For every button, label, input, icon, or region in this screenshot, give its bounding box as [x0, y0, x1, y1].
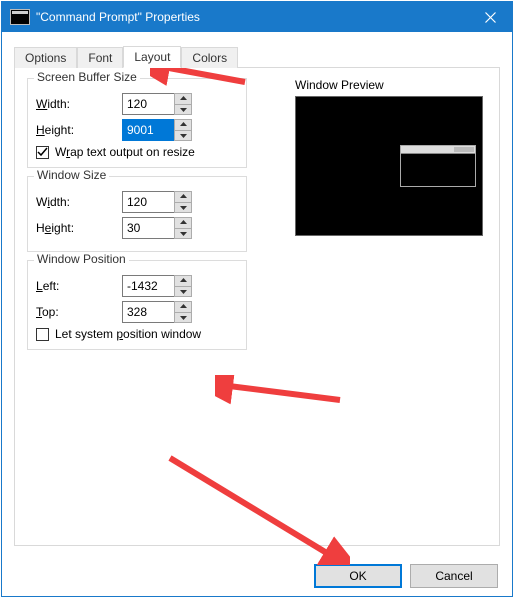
button-bar: OK Cancel	[2, 556, 512, 596]
pos-left-input[interactable]	[122, 275, 174, 297]
tab-pane-layout: Screen Buffer Size Width: Height:	[14, 67, 500, 546]
win-width-spinner[interactable]	[122, 191, 192, 213]
preview-label: Window Preview	[295, 78, 485, 92]
tab-strip: Options Font Layout Colors	[14, 44, 500, 67]
checkbox-icon	[36, 146, 49, 159]
tab-options[interactable]: Options	[14, 47, 77, 68]
label-buffer-width: Width:	[36, 97, 122, 111]
group-legend: Screen Buffer Size	[34, 70, 140, 84]
tab-font[interactable]: Font	[77, 47, 123, 68]
sys-position-checkbox[interactable]: Let system position window	[36, 327, 238, 341]
label-win-height: Height:	[36, 221, 122, 235]
preview-mini-window	[400, 145, 476, 187]
label-pos-left: Left:	[36, 279, 122, 293]
win-height-input[interactable]	[122, 217, 174, 239]
group-window-size: Window Size Width: Height:	[27, 176, 247, 252]
label-pos-top: Top:	[36, 305, 122, 319]
spin-down-icon[interactable]	[174, 130, 192, 142]
spin-down-icon[interactable]	[174, 286, 192, 298]
spin-down-icon[interactable]	[174, 104, 192, 116]
buffer-height-input[interactable]	[122, 119, 174, 141]
window-title: "Command Prompt" Properties	[36, 10, 468, 24]
titlebar[interactable]: "Command Prompt" Properties	[2, 2, 512, 32]
win-width-input[interactable]	[122, 191, 174, 213]
spin-up-icon[interactable]	[174, 217, 192, 228]
checkbox-icon	[36, 328, 49, 341]
win-height-spinner[interactable]	[122, 217, 192, 239]
sys-position-label: Let system position window	[55, 327, 201, 341]
pos-left-spinner[interactable]	[122, 275, 192, 297]
preview-mini-titlebar	[401, 146, 475, 154]
group-window-position: Window Position Left: Top:	[27, 260, 247, 350]
client-area: Options Font Layout Colors Screen Buffer…	[2, 32, 512, 556]
spin-down-icon[interactable]	[174, 228, 192, 240]
pos-top-input[interactable]	[122, 301, 174, 323]
wrap-text-label: Wrap text output on resize	[55, 145, 195, 159]
close-button[interactable]	[468, 2, 512, 32]
spin-up-icon[interactable]	[174, 119, 192, 130]
group-screen-buffer: Screen Buffer Size Width: Height:	[27, 78, 247, 168]
ok-button[interactable]: OK	[314, 564, 402, 588]
group-legend: Window Position	[34, 252, 129, 266]
preview-area: Window Preview	[295, 78, 485, 236]
cancel-button[interactable]: Cancel	[410, 564, 498, 588]
spin-up-icon[interactable]	[174, 301, 192, 312]
label-win-width: Width:	[36, 195, 122, 209]
spin-down-icon[interactable]	[174, 202, 192, 214]
spin-up-icon[interactable]	[174, 191, 192, 202]
pos-top-spinner[interactable]	[122, 301, 192, 323]
tab-colors[interactable]: Colors	[181, 47, 238, 68]
properties-window: "Command Prompt" Properties Options Font…	[1, 1, 513, 597]
tab-layout[interactable]: Layout	[123, 46, 181, 68]
buffer-width-spinner[interactable]	[122, 93, 192, 115]
spin-down-icon[interactable]	[174, 312, 192, 324]
cmd-icon	[10, 9, 30, 25]
buffer-height-spinner[interactable]	[122, 119, 192, 141]
wrap-text-checkbox[interactable]: Wrap text output on resize	[36, 145, 238, 159]
group-legend: Window Size	[34, 168, 109, 182]
spin-up-icon[interactable]	[174, 275, 192, 286]
spin-up-icon[interactable]	[174, 93, 192, 104]
window-preview	[295, 96, 483, 236]
label-buffer-height: Height:	[36, 123, 122, 137]
buffer-width-input[interactable]	[122, 93, 174, 115]
